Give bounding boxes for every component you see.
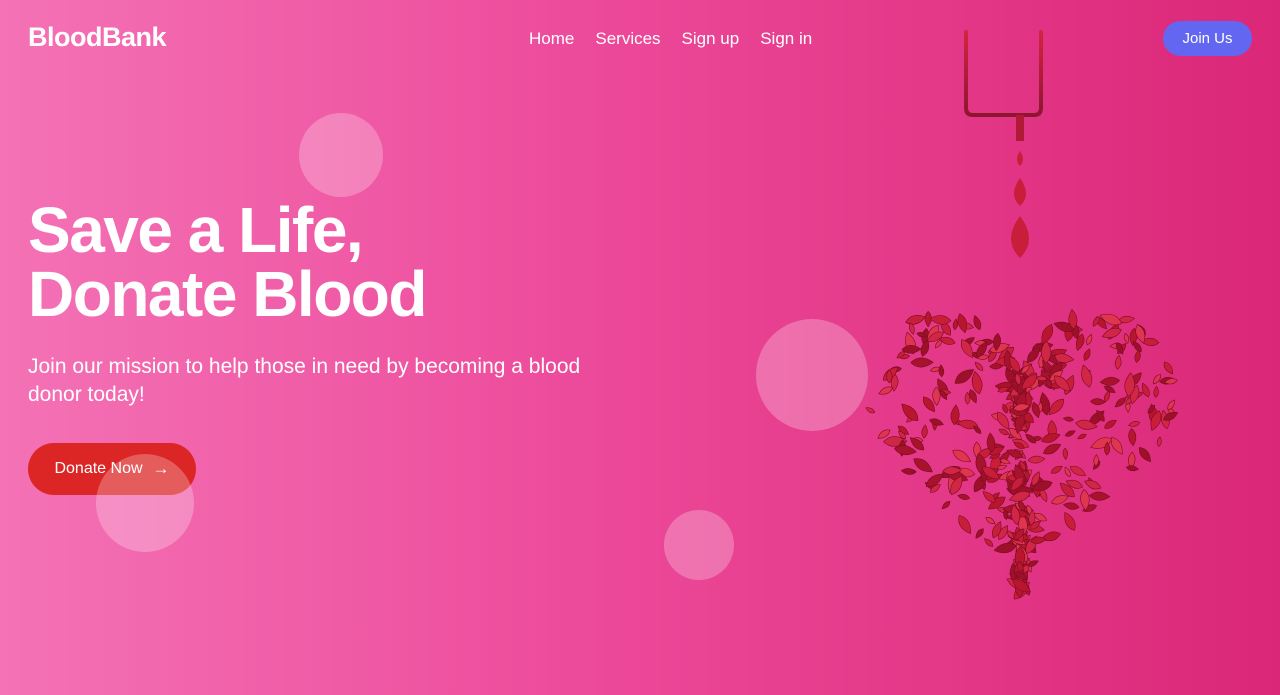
blood-drop [929,315,952,325]
blood-drop [1062,416,1075,422]
blood-drop [1104,385,1116,393]
blood-drop [1084,480,1102,490]
blood-drop [1062,502,1080,510]
blood-drop [1062,447,1068,460]
blood-drop [1064,511,1076,531]
blood-drop [958,515,971,535]
hero-subtitle: Join our mission to help those in need b… [28,355,581,406]
arrow-right-icon: → [152,459,170,478]
heart-drops [865,308,1179,600]
blood-drop [1128,428,1137,447]
blood-drop [1081,364,1093,388]
blood-drop [905,315,926,325]
blood-drop [1125,465,1140,472]
blood-drop [975,528,984,539]
falling-drops [1011,151,1029,258]
nav-links: Home Services Sign up Sign in [529,29,812,49]
blood-drop [1114,354,1122,370]
blood-drop [921,424,928,439]
blood-drop [1153,374,1161,385]
blood-drop [1027,455,1046,464]
blood-drop [865,407,876,414]
hero-title: Save a Life, Donate Blood [28,194,427,330]
hero-title-line-2: Donate Blood [28,258,427,330]
blood-drop [1099,376,1121,386]
blood-drop [985,516,996,525]
blood-drop [938,364,945,378]
blood-drop [973,315,982,331]
nav-link-home[interactable]: Home [529,29,574,49]
blood-drop [910,357,934,368]
blood-drop [1163,361,1174,375]
blood-drop [957,493,971,500]
decorative-bubble [664,510,734,580]
blood-drop [952,449,972,463]
blood-drop [1064,430,1076,437]
blood-drop [952,318,958,331]
blood-drop [1090,398,1106,406]
iv-stand-icon [964,30,1043,141]
blood-drop [1139,447,1151,463]
blood-drop [984,538,994,547]
blood-heart-illustration [865,30,1179,600]
blood-drop [1153,385,1159,398]
nav-link-services[interactable]: Services [595,29,660,49]
blood-drop [1128,420,1141,427]
blood-drop [1123,333,1129,344]
donate-now-label: Donate Now [54,460,143,477]
blood-drop [974,361,984,371]
decorative-bubble [299,113,383,197]
blood-drop [1050,465,1063,474]
logo[interactable]: BloodBank [28,22,167,53]
blood-drop [1110,436,1123,455]
blood-drop [1086,333,1093,346]
blood-drop [1042,443,1062,455]
blood-drop [1089,491,1111,501]
blood-drop [1156,436,1162,447]
nav-link-sign-in[interactable]: Sign in [760,29,812,49]
donate-now-button[interactable]: Donate Now → [28,443,196,495]
nav-link-sign-up[interactable]: Sign up [682,29,740,49]
blood-drop [1083,348,1091,361]
blood-drop [1069,465,1087,476]
blood-drop [1141,382,1150,398]
blood-drop [1077,433,1087,440]
blood-drop [941,500,951,510]
hero-title-line-1: Save a Life, [28,194,364,266]
blood-drop [1104,420,1117,429]
